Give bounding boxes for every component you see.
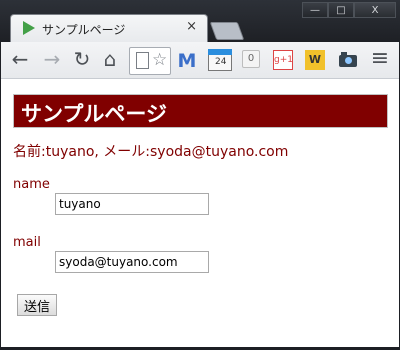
close-window-button[interactable]: X [354, 2, 396, 18]
mail-label: mail [13, 235, 41, 250]
browser-toolbar: ← → ↻ ⌂ ☆ M 24 0 g+1 W ≡ [1, 42, 399, 79]
browser-window: — □ X サンプルページ × ← → ↻ ⌂ ☆ M 24 0 g+1 W ≡… [0, 0, 400, 350]
gplus-icon[interactable]: g+1 [273, 50, 293, 70]
counter-badge[interactable]: 0 [242, 50, 260, 68]
mail-input[interactable] [55, 251, 209, 273]
reload-icon[interactable]: ↻ [71, 48, 93, 70]
submit-button[interactable]: 送信 [17, 294, 57, 316]
gmail-icon[interactable]: M [176, 50, 198, 72]
w-extension-icon[interactable]: W [305, 50, 325, 70]
camera-icon[interactable] [337, 50, 359, 68]
name-input[interactable] [55, 193, 209, 215]
result-message: 名前:tuyano, メール:syoda@tuyano.com [13, 144, 289, 160]
play-icon [23, 21, 35, 35]
calendar-icon[interactable]: 24 [208, 47, 232, 72]
new-tab-button[interactable] [209, 22, 245, 40]
window-controls: — □ X [302, 2, 396, 18]
page-title: サンプルページ [21, 102, 167, 126]
page-content: サンプルページ 名前:tuyano, メール:syoda@tuyano.com … [1, 79, 399, 347]
title-bar: — □ X サンプルページ × [0, 0, 400, 42]
address-bar[interactable]: ☆ [129, 47, 171, 75]
tab-close-icon[interactable]: × [186, 19, 197, 34]
tab-title: サンプルページ [42, 23, 126, 37]
name-label: name [13, 177, 50, 192]
calendar-day: 24 [215, 57, 227, 67]
page-heading: サンプルページ [13, 94, 388, 128]
maximize-button[interactable]: □ [328, 2, 354, 18]
active-tab[interactable]: サンプルページ × [10, 14, 208, 42]
star-icon[interactable]: ☆ [152, 50, 167, 70]
back-icon[interactable]: ← [9, 48, 31, 70]
page-icon [136, 52, 149, 69]
menu-icon[interactable]: ≡ [369, 48, 391, 70]
forward-icon[interactable]: → [41, 48, 63, 70]
home-icon[interactable]: ⌂ [99, 48, 121, 70]
minimize-button[interactable]: — [302, 2, 328, 18]
